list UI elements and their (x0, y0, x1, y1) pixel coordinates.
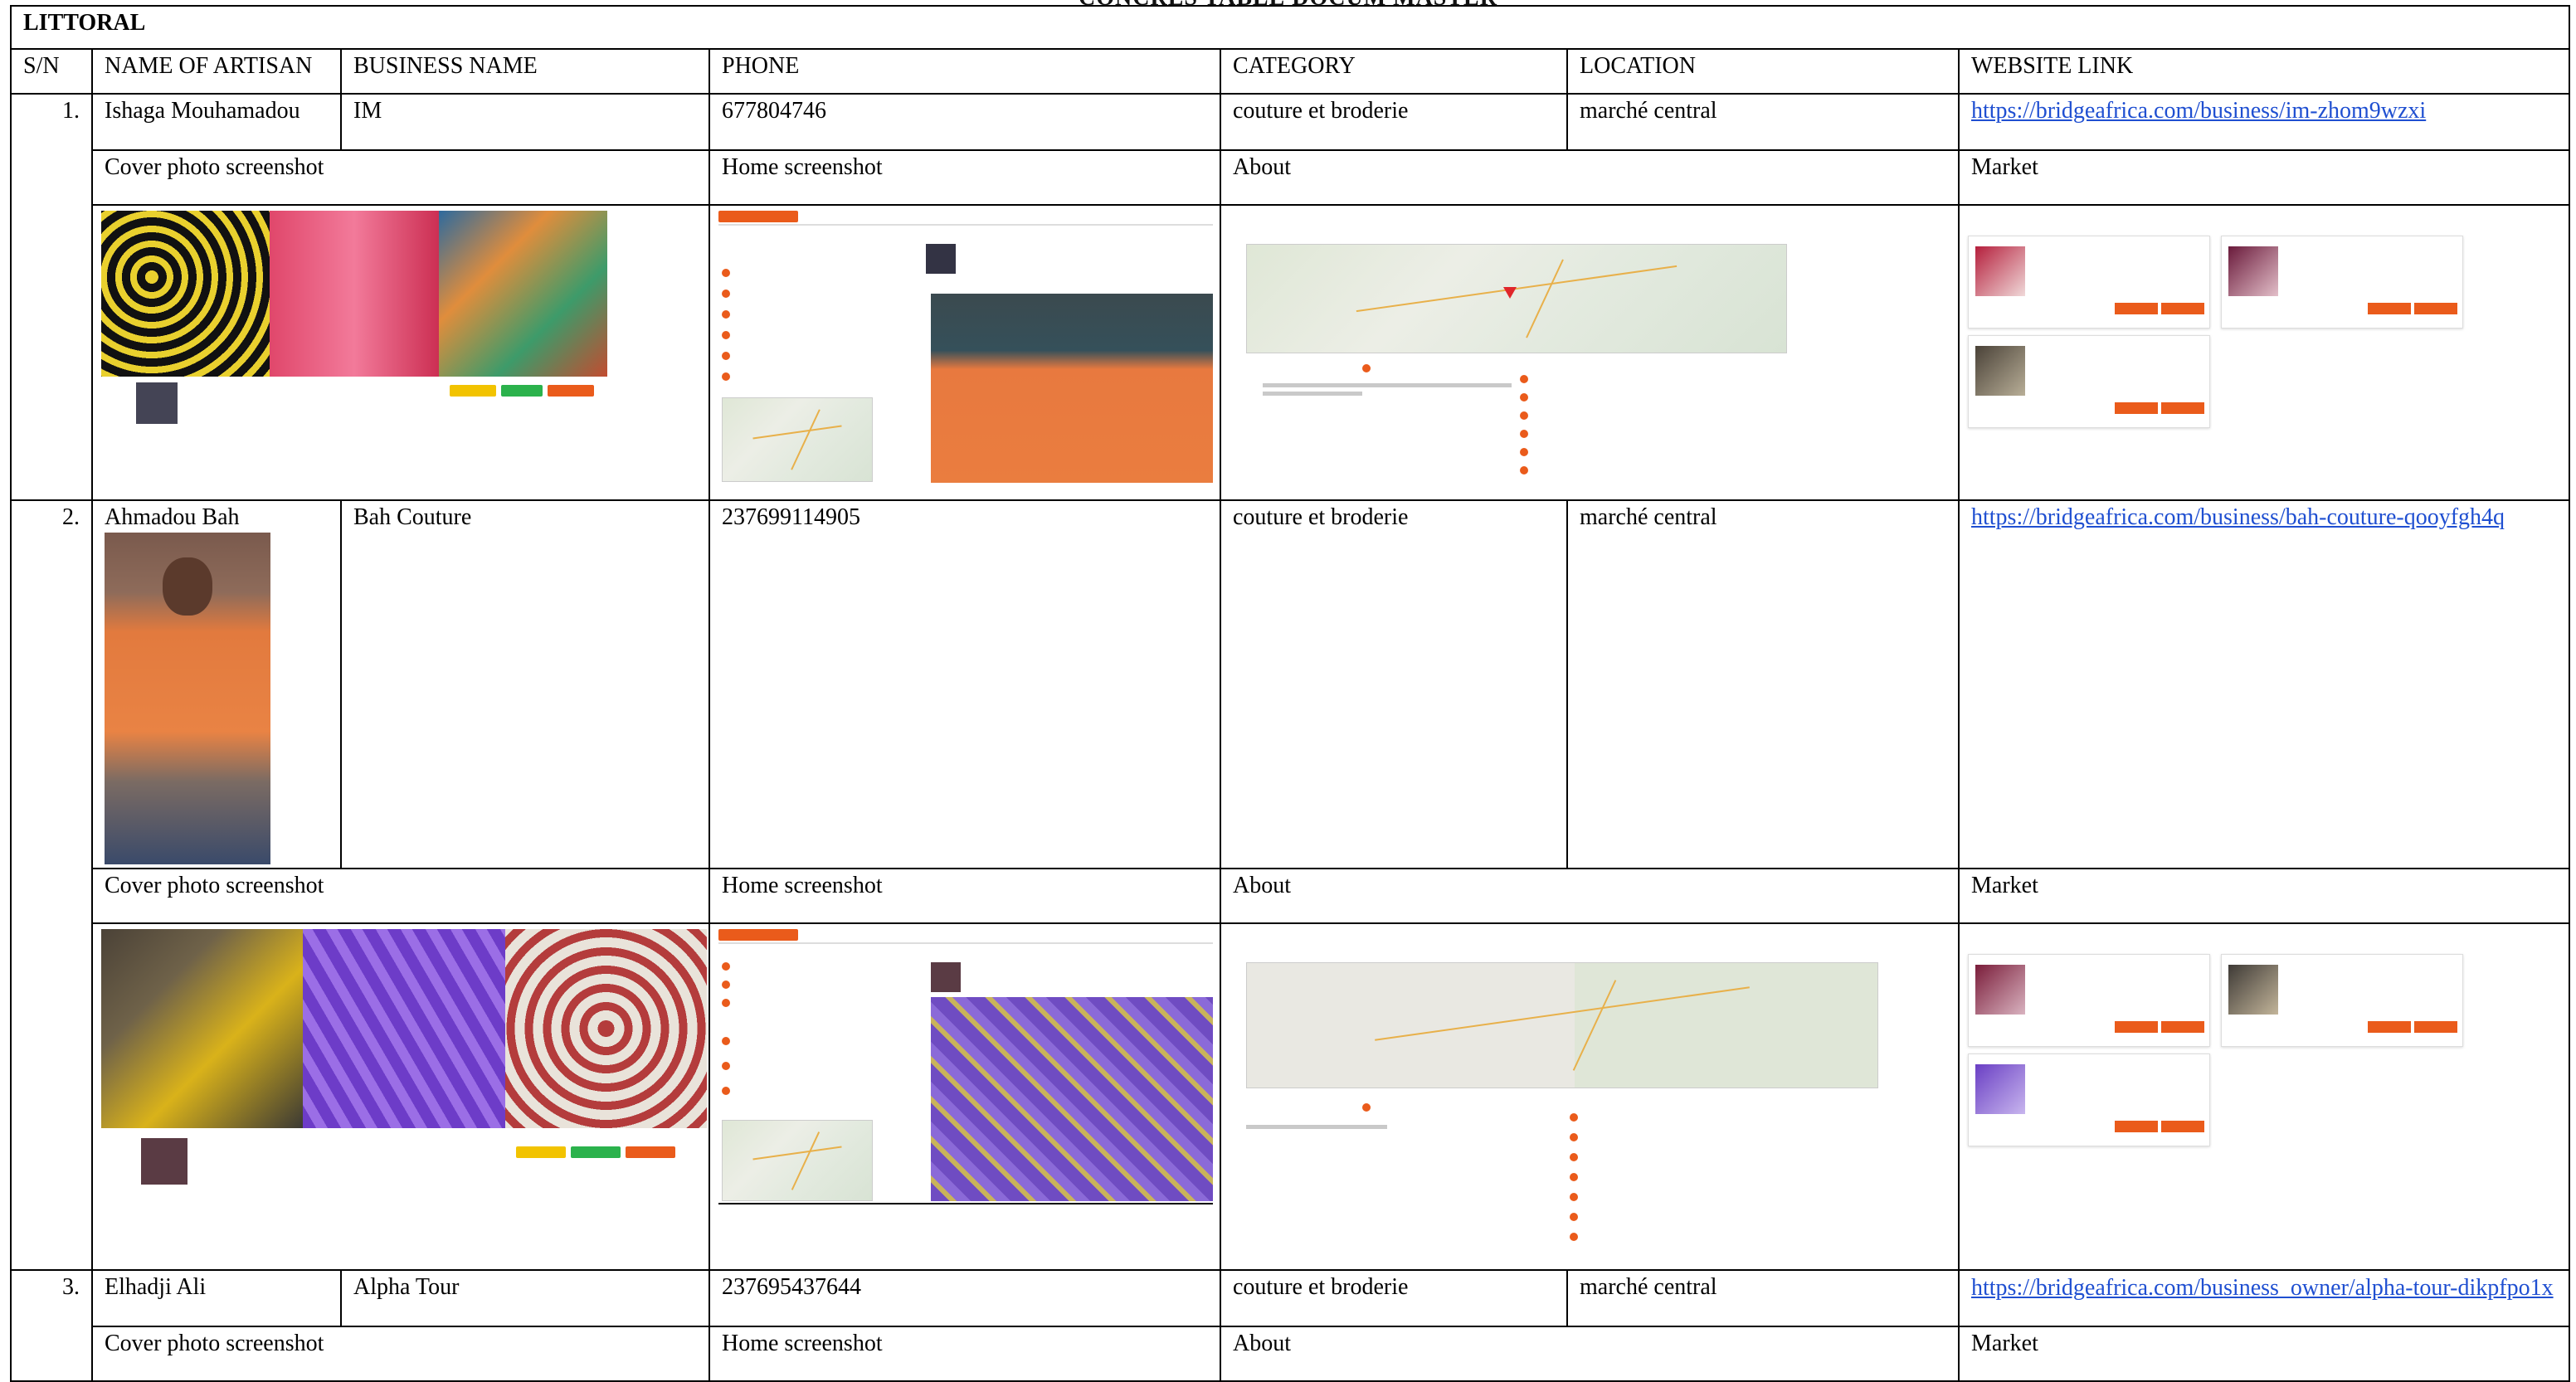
home-label: Home screenshot (709, 868, 1221, 924)
cover-label: Cover photo screenshot (91, 149, 710, 206)
artisan-name: Ishaga Mouhamadou (91, 93, 342, 151)
cover-photo-1 (101, 211, 270, 377)
screenshot-labels-row: Cover photo screenshot Home screenshot A… (11, 1326, 2571, 1382)
artisan-table: LITTORAL S/N NAME OF ARTISAN BUSINESS NA… (9, 5, 2571, 1382)
website-link[interactable]: https://bridgeafrica.com/business_owner/… (1971, 1275, 2554, 1301)
header-website: WEBSITE LINK (1957, 48, 2571, 95)
cover-label: Cover photo screenshot (91, 1326, 710, 1382)
screenshot-labels-row: Cover photo screenshot Home screenshot A… (11, 149, 2571, 206)
table-row: 2. Ahmadou Bah Bah Couture 237699114905 … (10, 499, 2571, 1271)
website-link[interactable]: https://bridgeafrica.com/business/im-zho… (1971, 98, 2426, 124)
home-screenshot (709, 204, 1221, 501)
market-card (2221, 954, 2463, 1047)
market-card (1968, 335, 2210, 428)
about-screenshot (1220, 922, 1960, 1271)
home-label: Home screenshot (709, 1326, 1221, 1382)
header-sn: S/N (10, 48, 93, 95)
location: marché central (1566, 93, 1960, 151)
market-label: Market (1957, 868, 2571, 924)
table-row: 3. Elhadji Ali Alpha Tour 237695437644 c… (10, 1269, 2571, 1382)
cover-photo-1 (101, 929, 304, 1128)
home-label: Home screenshot (709, 149, 1221, 206)
market-card (1968, 1054, 2210, 1146)
avatar (139, 1136, 189, 1186)
header-location: LOCATION (1566, 48, 1960, 95)
row-number: 3. (10, 1269, 93, 1382)
market-screenshot (1957, 922, 2571, 1271)
about-label: About (1220, 1326, 1960, 1382)
cover-screenshot (91, 922, 710, 1271)
market-label: Market (1957, 149, 2571, 206)
header-category: CATEGORY (1220, 48, 1568, 95)
screenshot-labels-row: Cover photo screenshot Home screenshot A… (11, 868, 2571, 924)
cover-photo-2 (270, 211, 439, 377)
location: marché central (1566, 1269, 1960, 1327)
row-number: 2. (10, 499, 93, 1271)
cover-photo-3 (504, 929, 707, 1128)
location: marché central (1566, 499, 1960, 869)
market-label: Market (1957, 1326, 2571, 1382)
about-label: About (1220, 868, 1960, 924)
home-product-photo (931, 294, 1213, 483)
cover-photo-2 (303, 929, 505, 1128)
artisan-photo (105, 533, 270, 864)
category: couture et broderie (1220, 93, 1568, 151)
header-name: NAME OF ARTISAN (91, 48, 342, 95)
home-product-photo (931, 997, 1213, 1201)
business-name: Alpha Tour (340, 1269, 710, 1327)
market-card (1968, 954, 2210, 1047)
about-label: About (1220, 149, 1960, 206)
header-row: S/N NAME OF ARTISAN BUSINESS NAME PHONE … (10, 48, 2571, 95)
cover-label: Cover photo screenshot (91, 868, 710, 924)
phone: 677804746 (709, 93, 1221, 151)
website-link[interactable]: https://bridgeafrica.com/business/bah-co… (1971, 504, 2505, 530)
market-card (2221, 236, 2463, 328)
cover-screenshot (91, 204, 710, 501)
avatar (134, 381, 179, 426)
about-screenshot (1220, 204, 1960, 501)
row-number: 1. (10, 93, 93, 501)
header-business: BUSINESS NAME (340, 48, 710, 95)
market-screenshot (1957, 204, 2571, 501)
artisan-cell: Ahmadou Bah (91, 499, 342, 869)
region-heading: LITTORAL (9, 5, 2571, 50)
phone: 237695437644 (709, 1269, 1221, 1327)
screenshot-images-row (11, 922, 2571, 1271)
category: couture et broderie (1220, 1269, 1568, 1327)
market-card (1968, 236, 2210, 328)
table-row: 1. Ishaga Mouhamadou IM 677804746 coutur… (10, 93, 2571, 501)
business-name: IM (340, 93, 710, 151)
home-screenshot (709, 922, 1221, 1271)
cover-photo-3 (438, 211, 607, 377)
screenshot-images-row (11, 204, 2571, 501)
phone: 237699114905 (709, 499, 1221, 869)
business-name: Bah Couture (340, 499, 710, 869)
artisan-name: Elhadji Ali (91, 1269, 342, 1327)
header-phone: PHONE (709, 48, 1221, 95)
category: couture et broderie (1220, 499, 1568, 869)
artisan-name: Ahmadou Bah (105, 504, 240, 530)
